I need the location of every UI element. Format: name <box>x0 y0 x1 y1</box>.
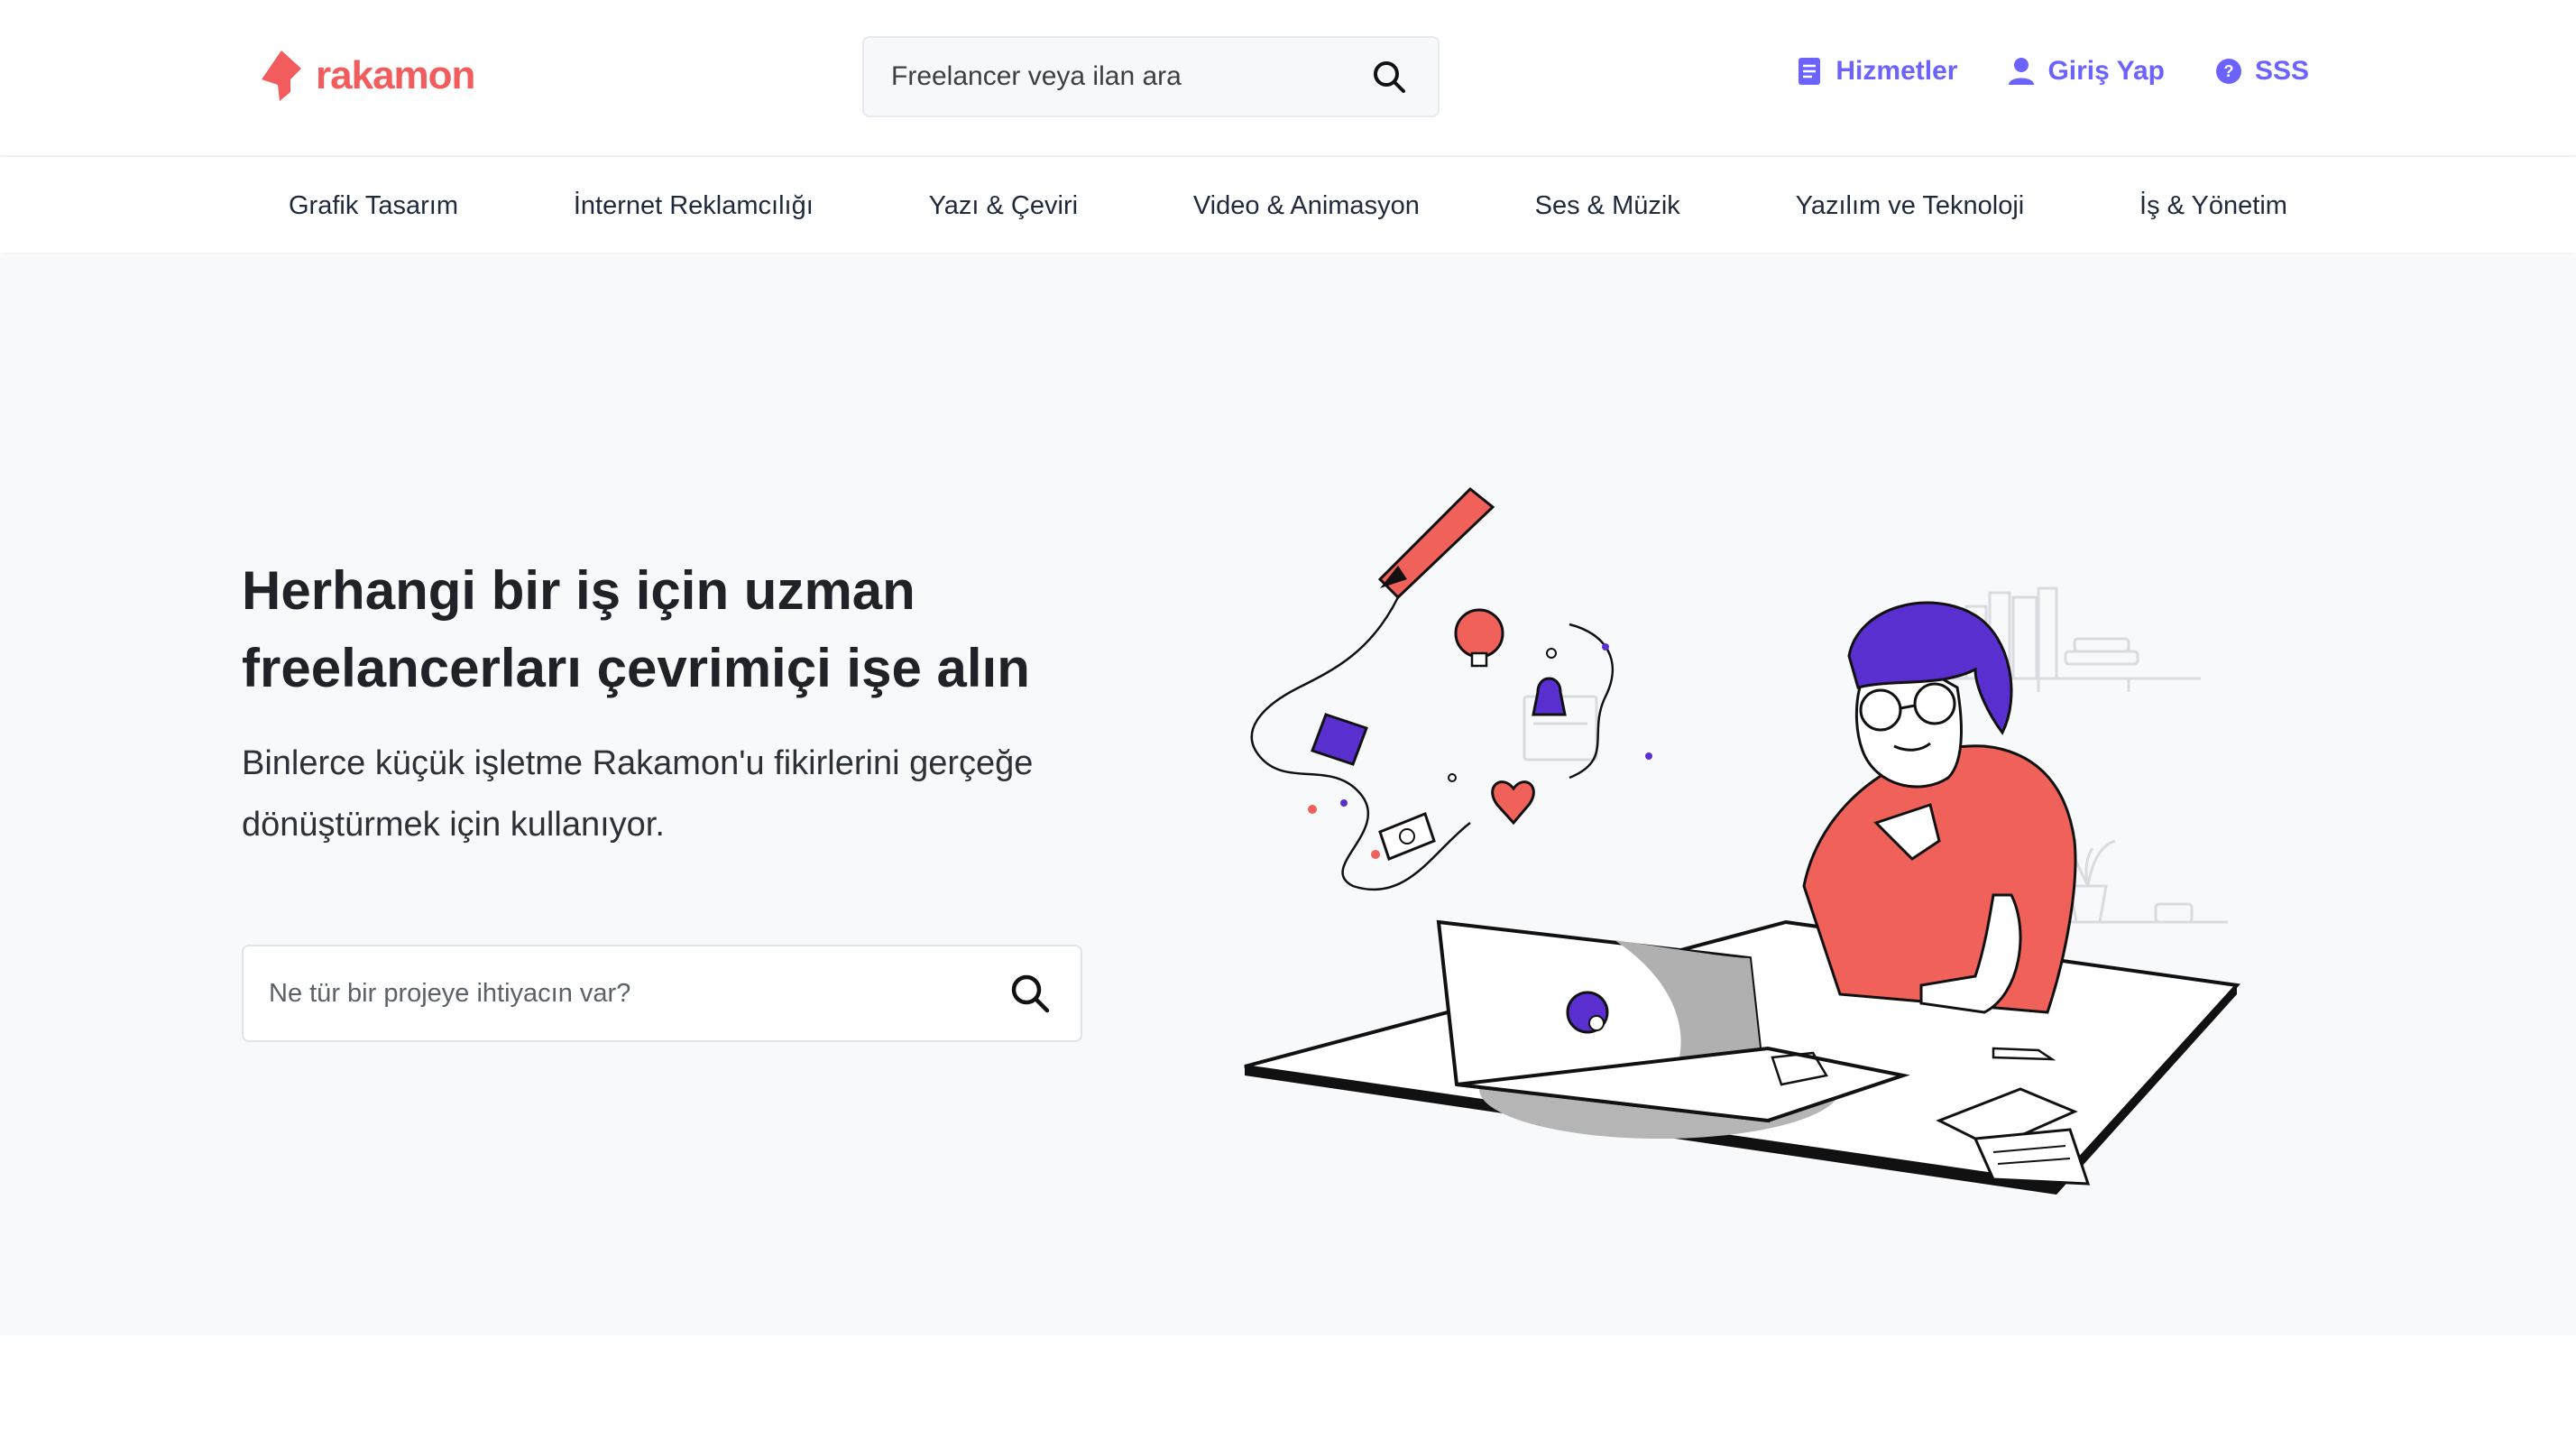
hero-illustration <box>1244 486 2241 1195</box>
hero-subtitle-line-2: dönüştürmek için kullanıyor. <box>242 806 665 844</box>
category-internet-advertising[interactable]: İnternet Reklamcılığı <box>574 191 814 221</box>
nav-login-label: Giriş Yap <box>2047 56 2165 86</box>
project-search <box>242 945 1082 1042</box>
nav-services-label: Hizmetler <box>1835 56 1958 86</box>
nav-faq[interactable]: ? SSS <box>2215 56 2309 87</box>
logo-mark-icon <box>262 51 301 101</box>
document-icon <box>1796 57 1823 86</box>
nav-login[interactable]: Giriş Yap <box>2008 56 2165 87</box>
hero-title-line-1: Herhangi bir iş için uzman <box>242 560 915 621</box>
search-icon <box>1011 974 1050 1013</box>
hero-title-line-2: freelancerları çevrimiçi işe alın <box>242 638 1030 698</box>
category-bar: Grafik Tasarım İnternet Reklamcılığı Yaz… <box>0 155 2576 253</box>
hero-section: Herhangi bir iş için uzman freelancerlar… <box>0 254 2576 1335</box>
nav-services[interactable]: Hizmetler <box>1796 56 1957 87</box>
hero-title: Herhangi bir iş için uzman freelancerlar… <box>242 552 1144 707</box>
project-search-button[interactable] <box>1005 968 1055 1019</box>
svg-text:?: ? <box>2223 62 2233 80</box>
category-business-management[interactable]: İş & Yönetim <box>2139 191 2287 221</box>
hero-subtitle-line-1: Binlerce küçük işletme Rakamon'u fikirle… <box>242 744 1034 782</box>
header-search-button[interactable] <box>1367 55 1411 98</box>
category-audio-music[interactable]: Ses & Müzik <box>1535 191 1680 221</box>
category-video-animation[interactable]: Video & Animasyon <box>1193 191 1420 221</box>
search-icon <box>1374 61 1405 93</box>
header-search <box>862 36 1440 117</box>
brand-name: rakamon <box>316 53 475 97</box>
category-graphic-design[interactable]: Grafik Tasarım <box>289 191 458 221</box>
header-nav: Hizmetler Giriş Yap ? SSS <box>1796 56 2309 87</box>
header-search-input[interactable] <box>891 61 1367 92</box>
nav-faq-label: SSS <box>2254 56 2309 86</box>
category-software-technology[interactable]: Yazılım ve Teknoloji <box>1796 191 2025 221</box>
top-header: rakamon Hizmetler Giriş Yap ? <box>0 0 2576 155</box>
question-circle-icon: ? <box>2215 57 2242 86</box>
user-icon <box>2008 57 2035 86</box>
brand-logo[interactable]: rakamon <box>258 47 475 105</box>
hero-subtitle: Binlerce küçük işletme Rakamon'u fikirle… <box>242 733 1144 855</box>
project-search-input[interactable] <box>269 978 1005 1009</box>
category-writing-translation[interactable]: Yazı & Çeviri <box>929 191 1078 221</box>
page-bottom <box>0 1335 2576 1449</box>
